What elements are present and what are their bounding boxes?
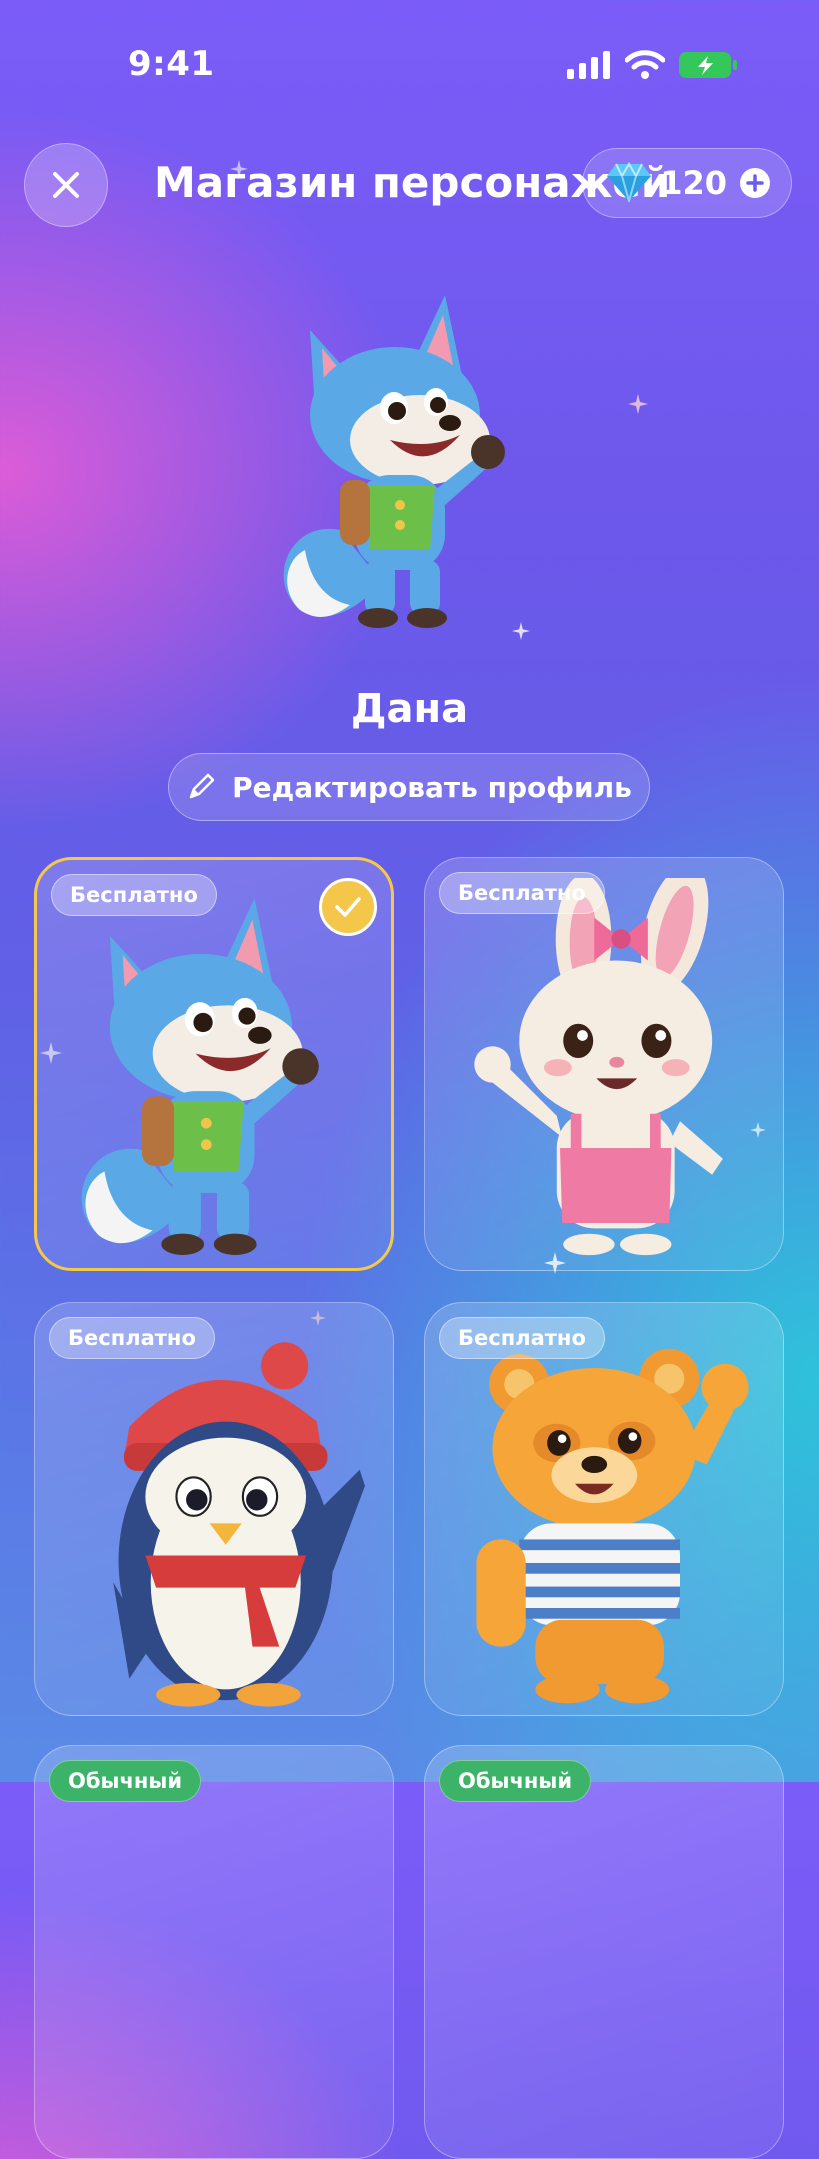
- pencil-icon: [189, 773, 215, 799]
- selected-check: [319, 878, 377, 936]
- price-badge: Бесплатно: [49, 1317, 215, 1359]
- character-bear: [476, 1348, 749, 1704]
- character-bunny: [474, 878, 723, 1256]
- character-fox: [81, 898, 319, 1255]
- edit-profile-label: Редактировать профиль: [232, 770, 632, 804]
- character-card-bear[interactable]: Бесплатно: [424, 1302, 784, 1716]
- sparkle-icon: [544, 1252, 566, 1274]
- close-icon: [53, 172, 79, 198]
- battery-icon: [679, 52, 737, 78]
- edit-profile-button[interactable]: Редактировать профиль: [168, 753, 650, 821]
- gem-icon: [607, 162, 651, 202]
- character-penguin: [113, 1342, 365, 1707]
- character-card-partial[interactable]: Обычный: [424, 1745, 784, 2159]
- sparkle-icon: [628, 394, 648, 414]
- price-badge: Бесплатно: [51, 874, 217, 916]
- sparkle-icon: [512, 622, 530, 640]
- profile-name: Дана: [350, 686, 469, 732]
- character-card-penguin[interactable]: Бесплатно: [34, 1302, 394, 1716]
- character-card-fox[interactable]: Бесплатно: [34, 857, 394, 1271]
- price-badge: Обычный: [439, 1760, 592, 1802]
- signal-icon: [567, 51, 610, 79]
- status-time: 9:41: [128, 44, 215, 84]
- sparkle-icon: [750, 1122, 766, 1138]
- price-badge: Бесплатно: [439, 872, 605, 914]
- character-card-bunny[interactable]: Бесплатно: [424, 857, 784, 1271]
- price-badge: Бесплатно: [439, 1317, 605, 1359]
- hero-character-fox: [283, 295, 505, 628]
- close-button[interactable]: [24, 143, 108, 227]
- sparkle-icon: [40, 1042, 62, 1064]
- price-badge: Обычный: [49, 1760, 202, 1802]
- wifi-icon: [625, 50, 665, 79]
- sparkle-icon: [310, 1310, 326, 1326]
- sparkle-icon: [230, 160, 248, 178]
- character-card-partial[interactable]: Обычный: [34, 1745, 394, 2159]
- checkmark-icon: [335, 897, 361, 917]
- add-gems-icon[interactable]: [739, 167, 771, 199]
- status-icons: [567, 50, 739, 80]
